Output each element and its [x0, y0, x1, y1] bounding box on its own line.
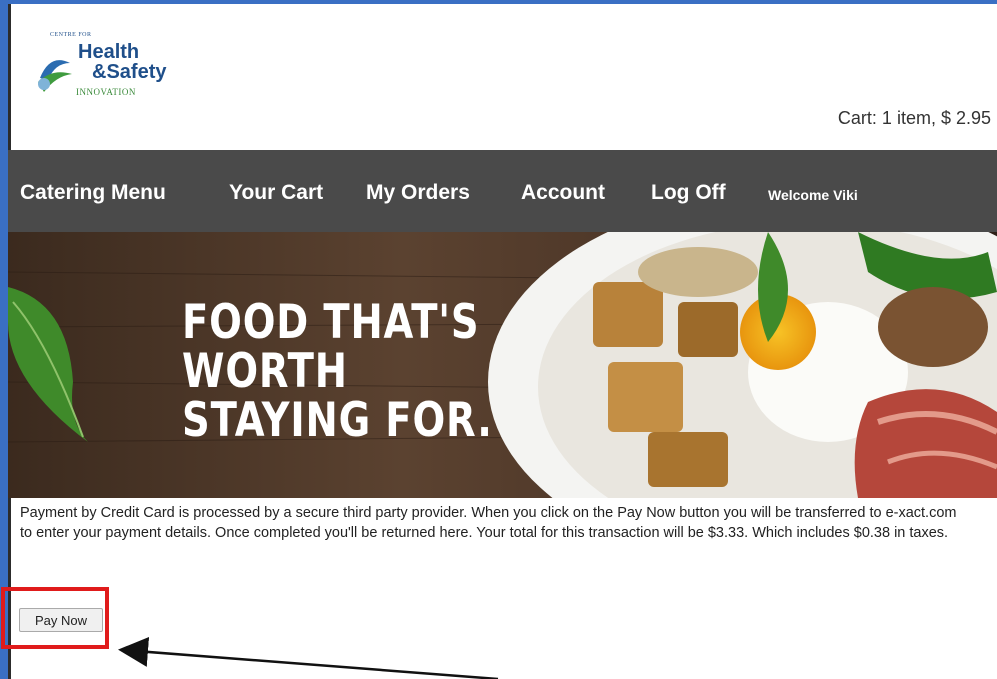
page: CENTRE FOR Health &Safety INNOVATION Car…	[1, 4, 997, 679]
annotation-arrow	[118, 636, 499, 679]
